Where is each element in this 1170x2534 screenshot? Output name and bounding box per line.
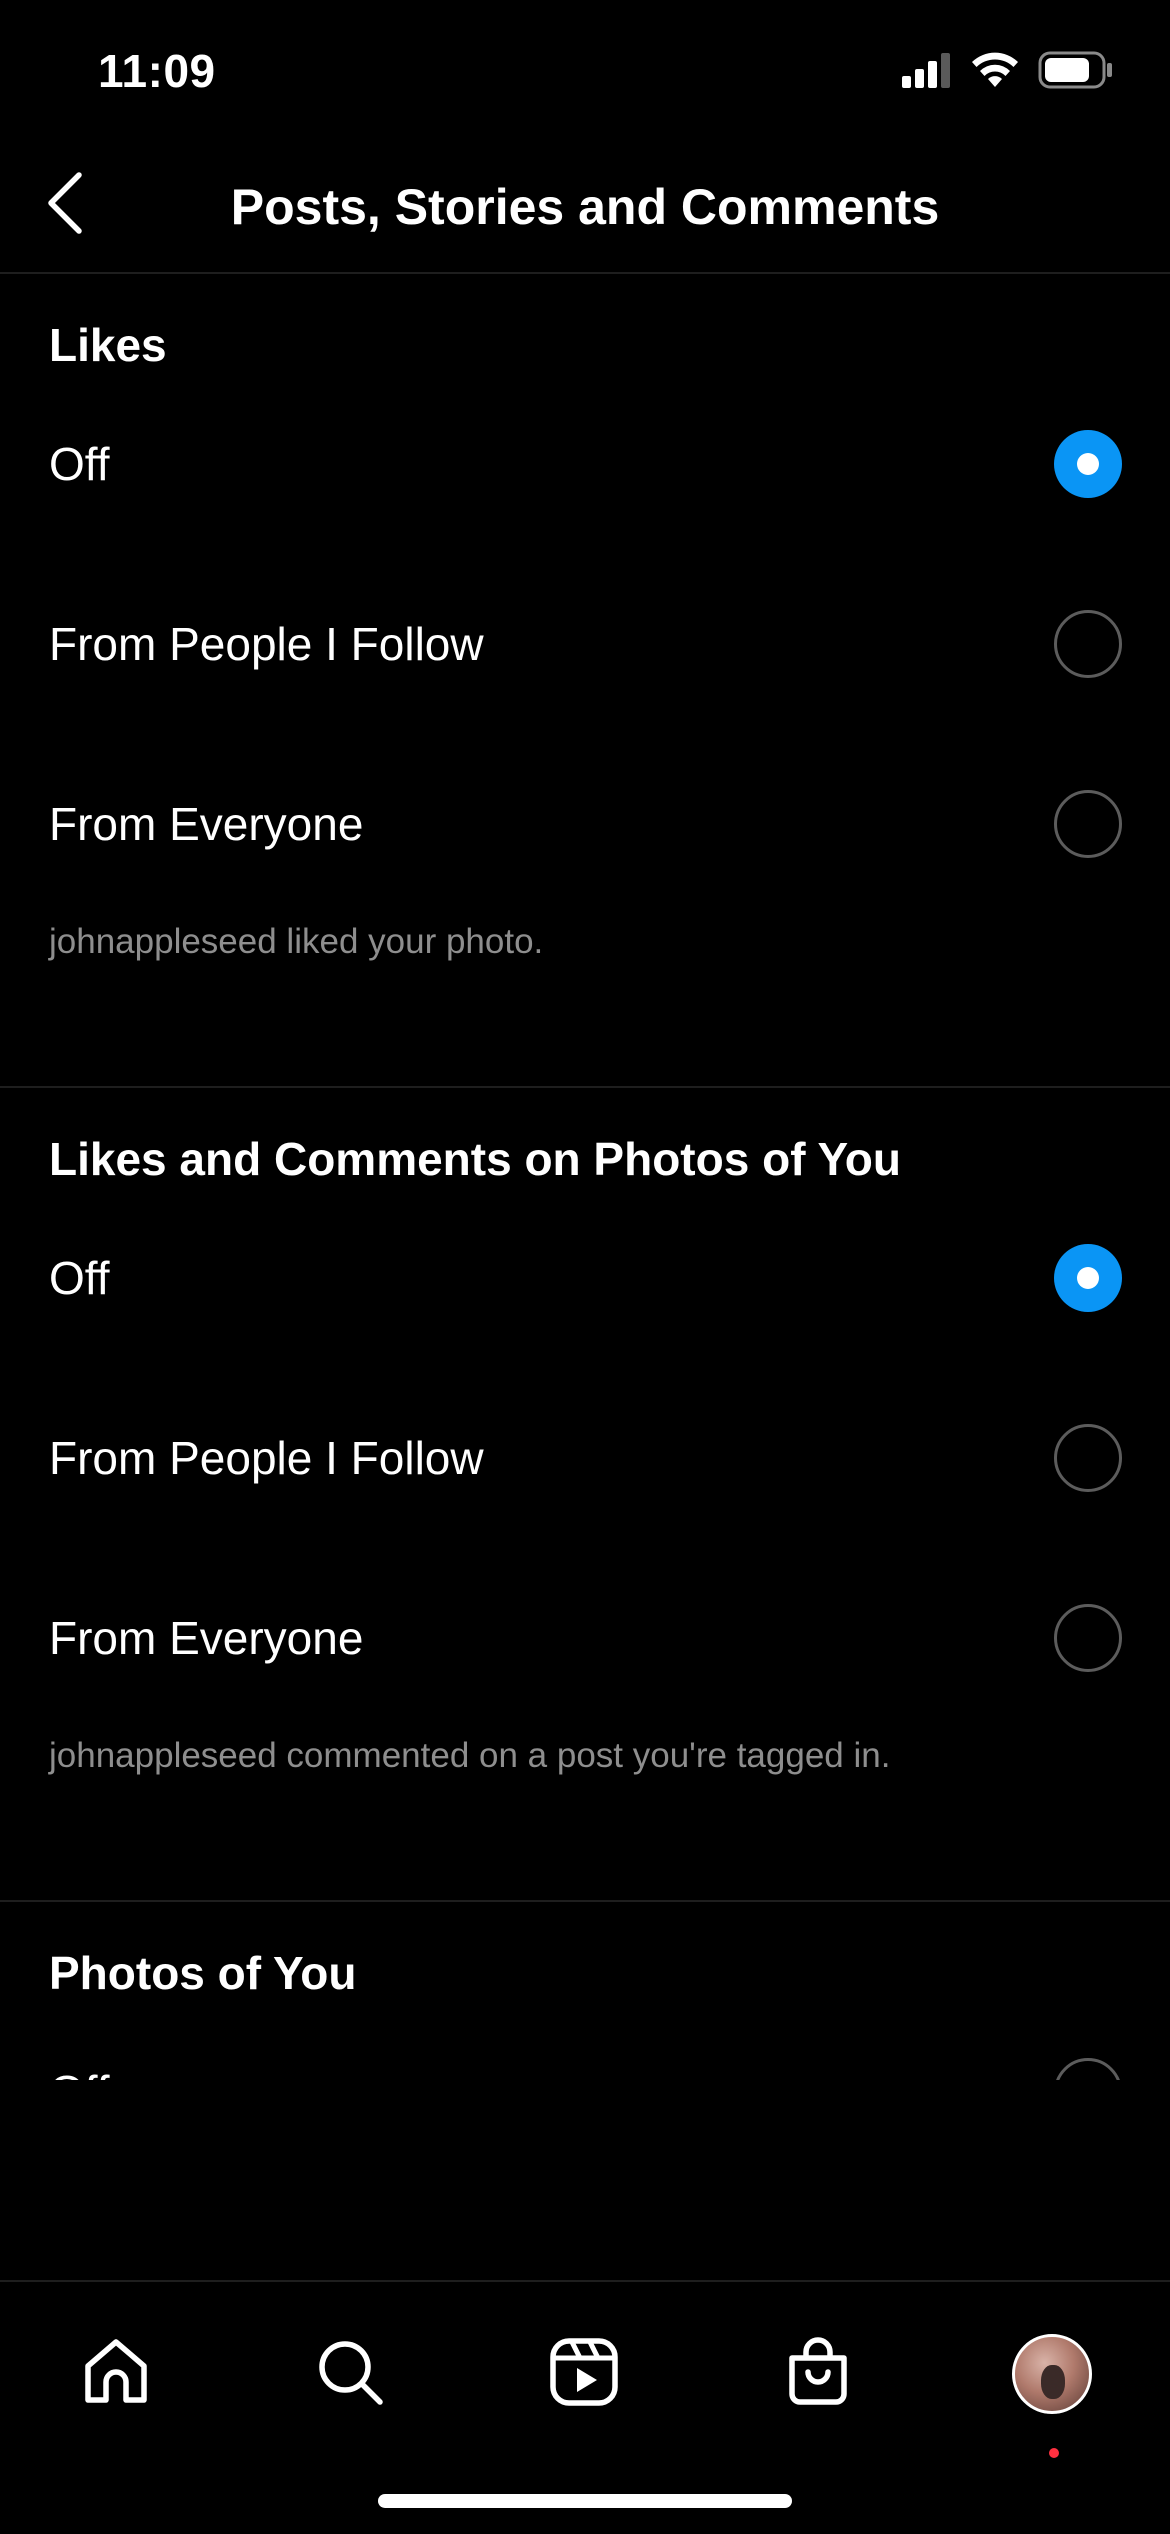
notification-dot bbox=[1049, 2448, 1059, 2458]
option-label: From People I Follow bbox=[49, 618, 484, 670]
option-label: From Everyone bbox=[49, 798, 364, 850]
option-likes-comments-everyone[interactable]: From Everyone bbox=[0, 1548, 1170, 1728]
option-photos-of-you-off[interactable]: Off bbox=[0, 2002, 1170, 2080]
section-caption: johnappleseed liked your photo. bbox=[49, 922, 544, 961]
option-label: Off bbox=[49, 438, 110, 490]
radio-unselected[interactable] bbox=[1054, 610, 1122, 678]
avatar bbox=[1012, 2334, 1092, 2414]
section-caption: johnappleseed commented on a post you're… bbox=[49, 1736, 891, 1775]
section-likes: Likes Off From People I Follow From Ever… bbox=[0, 274, 1170, 1088]
radio-unselected[interactable] bbox=[1054, 790, 1122, 858]
wifi-icon bbox=[970, 51, 1020, 94]
radio-unselected[interactable] bbox=[1054, 1604, 1122, 1672]
option-likes-everyone[interactable]: From Everyone bbox=[0, 734, 1170, 914]
header: Posts, Stories and Comments bbox=[0, 140, 1170, 274]
reels-icon bbox=[548, 2336, 620, 2413]
page-title: Posts, Stories and Comments bbox=[230, 179, 940, 235]
section-likes-comments-photos-of-you: Likes and Comments on Photos of You Off … bbox=[0, 1088, 1170, 1902]
home-icon bbox=[80, 2336, 152, 2413]
section-heading: Likes and Comments on Photos of You bbox=[49, 1133, 901, 1185]
section-heading: Likes bbox=[49, 319, 167, 371]
status-bar: 11:09 bbox=[0, 0, 1170, 140]
home-indicator bbox=[378, 2494, 792, 2508]
nav-home-button[interactable] bbox=[66, 2324, 166, 2424]
option-likes-people-i-follow[interactable]: From People I Follow bbox=[0, 554, 1170, 734]
option-likes-comments-off[interactable]: Off bbox=[0, 1188, 1170, 1368]
nav-search-button[interactable] bbox=[300, 2324, 400, 2424]
option-label: Off bbox=[49, 1252, 110, 1304]
option-label: From People I Follow bbox=[49, 1432, 484, 1484]
nav-shop-button[interactable] bbox=[768, 2324, 868, 2424]
radio-selected[interactable] bbox=[1054, 430, 1122, 498]
search-icon bbox=[314, 2336, 386, 2413]
option-label: Off bbox=[49, 2065, 110, 2080]
cellular-signal-icon bbox=[902, 52, 952, 93]
section-heading: Photos of You bbox=[49, 1947, 357, 1999]
battery-icon bbox=[1038, 51, 1114, 94]
option-likes-off[interactable]: Off bbox=[0, 374, 1170, 554]
section-photos-of-you: Photos of You Off bbox=[0, 1902, 1170, 2080]
status-time: 11:09 bbox=[98, 45, 216, 97]
nav-reels-button[interactable] bbox=[534, 2324, 634, 2424]
radio-selected[interactable] bbox=[1054, 1244, 1122, 1312]
status-icons bbox=[902, 51, 1114, 94]
settings-list[interactable]: Likes Off From People I Follow From Ever… bbox=[0, 274, 1170, 2080]
radio-unselected[interactable] bbox=[1054, 2058, 1122, 2080]
nav-profile-button[interactable] bbox=[1002, 2324, 1102, 2424]
shop-icon bbox=[782, 2336, 854, 2413]
radio-unselected[interactable] bbox=[1054, 1424, 1122, 1492]
option-label: From Everyone bbox=[49, 1612, 364, 1664]
option-likes-comments-people-i-follow[interactable]: From People I Follow bbox=[0, 1368, 1170, 1548]
